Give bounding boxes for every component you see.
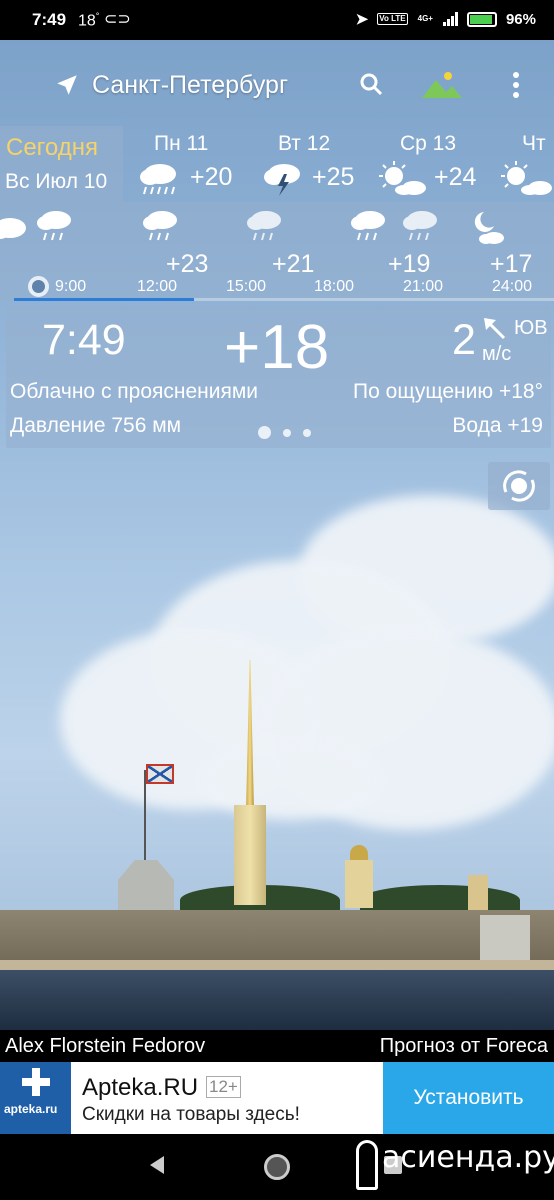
hour-time: 21:00 bbox=[403, 278, 444, 295]
forecast-source[interactable]: Прогноз от Foreca bbox=[380, 1035, 548, 1058]
weather-theme-icon[interactable] bbox=[488, 462, 550, 510]
status-time: 7:49 bbox=[32, 10, 67, 29]
light-rain-cloud-icon bbox=[242, 208, 288, 246]
day-temp: +20 bbox=[190, 163, 233, 191]
navigation-arrow-icon[interactable] bbox=[54, 72, 80, 105]
hour-temp: +21 bbox=[272, 250, 315, 278]
cloud-icon bbox=[0, 208, 32, 246]
hour-time: 15:00 bbox=[226, 278, 267, 295]
hour-time: 9:00 bbox=[55, 278, 87, 295]
day-temp: +25 bbox=[312, 163, 355, 191]
watermark-logo-icon bbox=[356, 1140, 378, 1190]
credits-bar: Alex Florstein Fedorov Прогноз от Foreca bbox=[0, 1030, 554, 1062]
hour-temp: +17 bbox=[490, 250, 533, 278]
hour-time: 24:00 bbox=[492, 278, 533, 295]
rain-cloud-icon bbox=[346, 208, 392, 246]
landscape-icon[interactable] bbox=[420, 70, 464, 100]
day-temp: +24 bbox=[434, 163, 477, 191]
search-icon[interactable] bbox=[356, 69, 388, 101]
volte-icon: Vo LTE bbox=[377, 13, 408, 25]
feels-like: По ощущению +18° bbox=[353, 380, 543, 403]
battery-icon bbox=[466, 11, 497, 27]
signal-icon bbox=[442, 12, 458, 26]
pressure: Давление 756 мм bbox=[10, 414, 182, 437]
hourly-timeline bbox=[14, 298, 554, 301]
moon-cloud-icon bbox=[468, 208, 514, 246]
current-hour-indicator bbox=[28, 276, 49, 297]
today-date: Вс Июл 10 bbox=[5, 170, 108, 193]
status-icons: ➤ Vo LTE 4G+ 96% bbox=[355, 10, 536, 29]
timeline-progress bbox=[14, 298, 194, 301]
current-conditions[interactable]: 7:49 +18 2 ЮВ м/с Облачно с прояснениями… bbox=[6, 306, 551, 448]
current-temp: +18 bbox=[224, 313, 330, 382]
rain-cloud-icon bbox=[32, 208, 78, 246]
ad-subtitle: Скидки на товары здесь! bbox=[82, 1104, 300, 1125]
hour-temp: +23 bbox=[166, 250, 209, 278]
page-dot bbox=[283, 428, 291, 437]
rain-cloud-icon bbox=[138, 208, 184, 246]
sun-behind-cloud-icon bbox=[378, 160, 426, 196]
page-dot bbox=[303, 428, 311, 437]
small-tower bbox=[468, 875, 488, 910]
ad-age-rating: 12+ bbox=[206, 1076, 241, 1098]
page-dot-active bbox=[258, 426, 271, 439]
flag bbox=[146, 764, 174, 784]
ad-title: Apteka.RU bbox=[82, 1074, 199, 1101]
install-button[interactable]: Установить bbox=[383, 1062, 554, 1134]
day-today[interactable]: Сегодня Вс Июл 10 bbox=[0, 126, 123, 202]
watermark: асиенда.ру bbox=[382, 1140, 554, 1175]
ad-banner[interactable]: apteka.ru Apteka.RU 12+ Скидки на товары… bbox=[0, 1062, 554, 1134]
home-icon[interactable] bbox=[264, 1154, 290, 1180]
location-status-icon: ➤ bbox=[355, 11, 369, 28]
water-temp: Вода +19 bbox=[452, 414, 543, 437]
hour-time: 18:00 bbox=[314, 278, 355, 295]
river bbox=[0, 970, 554, 1030]
cathedral-tower bbox=[234, 805, 266, 905]
day-name: Чт bbox=[522, 132, 546, 155]
ad-logo-text: apteka.ru bbox=[4, 1102, 58, 1116]
wind-unit: м/с bbox=[482, 343, 512, 365]
pharmacy-cross-icon bbox=[22, 1068, 50, 1096]
hour-temp: +19 bbox=[388, 250, 431, 278]
day-name: Вт 12 bbox=[278, 132, 331, 155]
page-indicator bbox=[258, 426, 311, 439]
hour-time: 12:00 bbox=[137, 278, 178, 295]
day-item[interactable]: Вт 12 +25 bbox=[258, 126, 368, 202]
battery-level: 96% bbox=[505, 10, 536, 28]
link-icon: ⊂⊃ bbox=[104, 11, 131, 28]
network-type-icon: 4G+ bbox=[417, 14, 433, 23]
heavy-rain-cloud-icon bbox=[136, 160, 180, 196]
wind-direction: ЮВ bbox=[514, 317, 548, 339]
today-label: Сегодня bbox=[6, 134, 98, 161]
day-item[interactable]: Ср 13 +24 bbox=[378, 126, 488, 202]
city-name[interactable]: Санкт-Петербург bbox=[92, 71, 288, 100]
photo-author[interactable]: Alex Florstein Fedorov bbox=[5, 1035, 205, 1058]
hourly-forecast[interactable]: +23 +21 +19 +17 9:00 12:00 15:00 18:00 2… bbox=[0, 202, 554, 302]
status-temp: 18° bbox=[78, 11, 100, 30]
daily-forecast: Сегодня Вс Июл 10 Пн 11 +20 Вт 12 +25 Ср… bbox=[0, 126, 554, 202]
thunderstorm-cloud-icon bbox=[260, 160, 304, 196]
status-bar: 7:49 18° ⊂⊃ ➤ Vo LTE 4G+ 96% bbox=[0, 0, 554, 40]
current-time: 7:49 bbox=[42, 316, 126, 364]
sun-behind-cloud-icon bbox=[500, 160, 552, 196]
more-vert-icon[interactable] bbox=[508, 70, 524, 100]
light-rain-cloud-icon bbox=[398, 208, 444, 246]
wind-speed: 2 bbox=[452, 316, 476, 364]
day-name: Пн 11 bbox=[154, 132, 209, 155]
day-item[interactable]: Чт bbox=[500, 126, 554, 202]
day-item[interactable]: Пн 11 +20 bbox=[136, 126, 246, 202]
back-icon[interactable] bbox=[150, 1156, 164, 1174]
ad-logo: apteka.ru bbox=[0, 1062, 71, 1134]
fortress-gate bbox=[480, 915, 530, 960]
small-tower bbox=[345, 860, 373, 908]
day-name: Ср 13 bbox=[400, 132, 457, 155]
flagpole bbox=[144, 770, 146, 865]
app-header: Санкт-Петербург bbox=[0, 60, 554, 110]
condition-text: Облачно с прояснениями bbox=[10, 380, 259, 403]
